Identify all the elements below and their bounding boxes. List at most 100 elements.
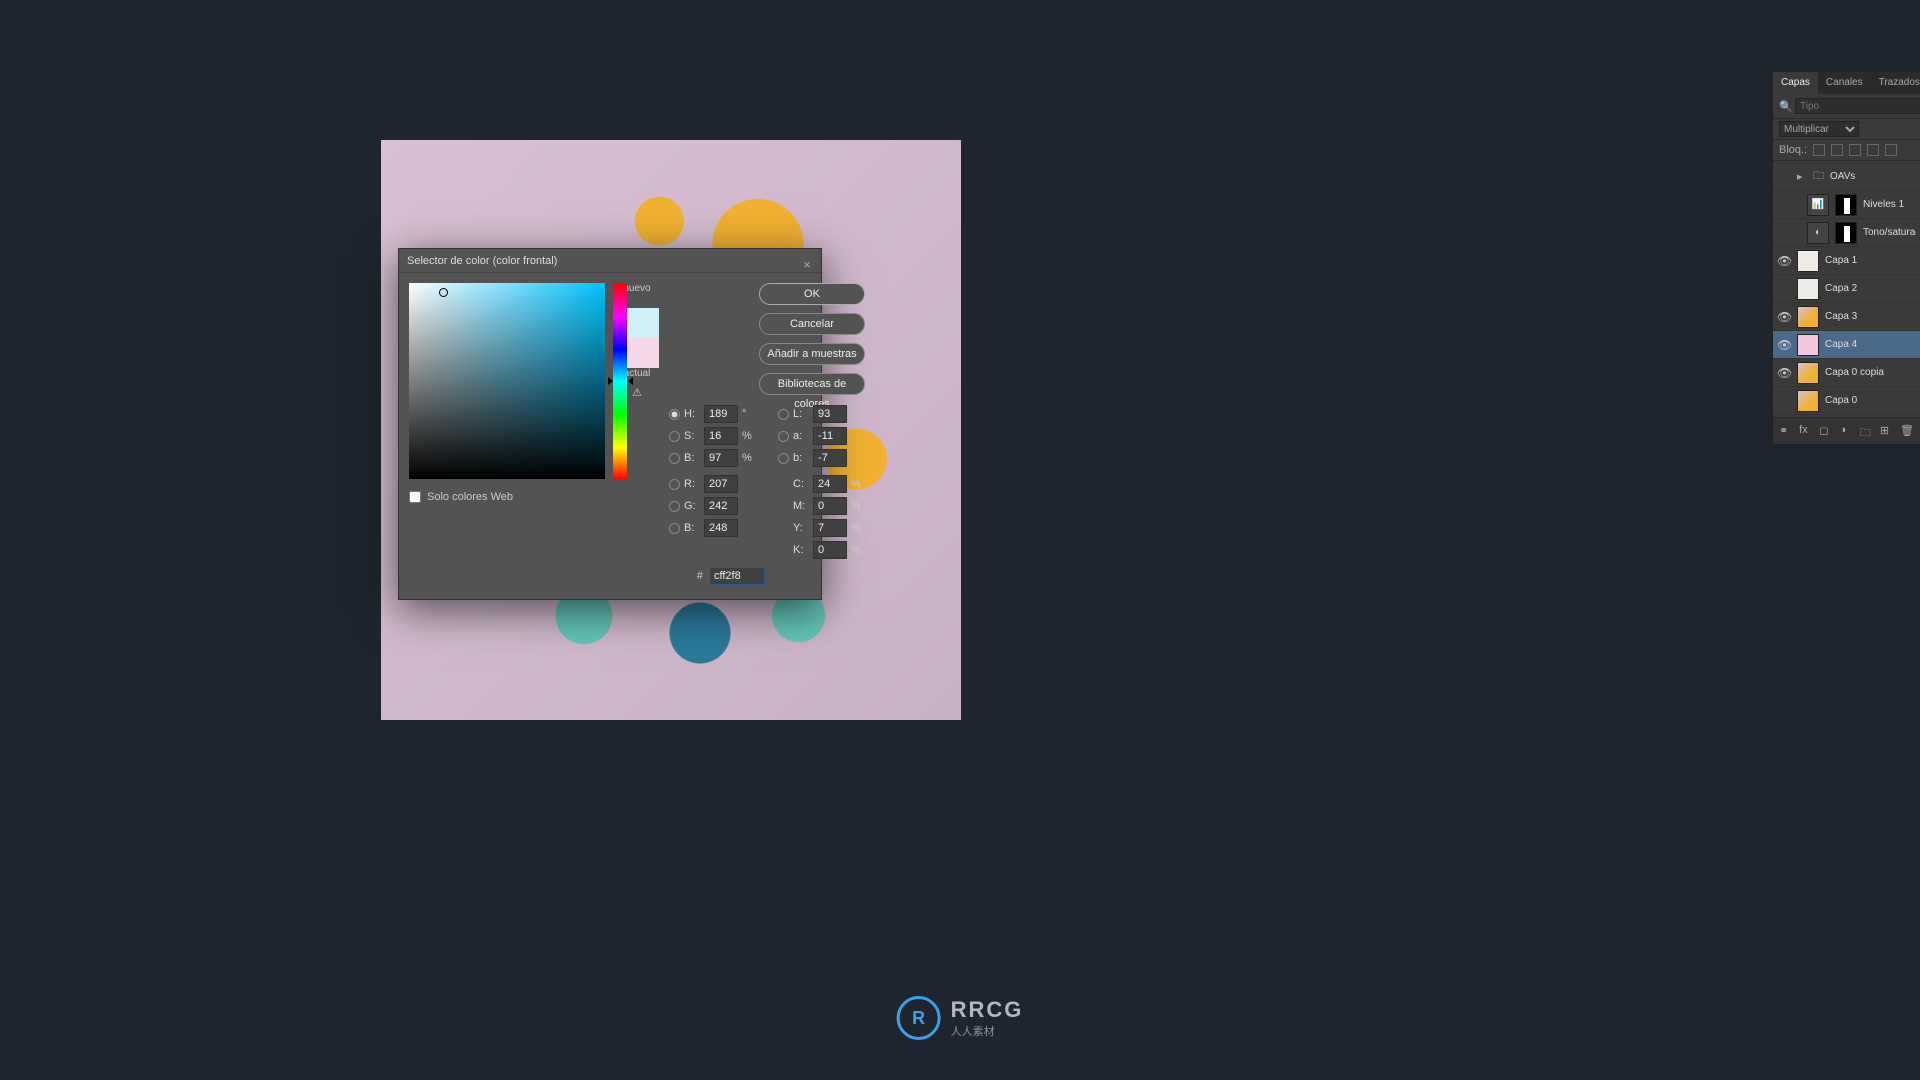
web-colors-checkbox[interactable]: Solo colores Web [409,491,605,503]
lock-pixels-icon[interactable] [1813,144,1825,156]
hue-slider[interactable] [613,283,627,479]
layer-name[interactable]: Capa 2 [1825,283,1916,294]
adjustment-icon[interactable]: ◐ [1807,222,1829,244]
s-input[interactable] [704,427,738,445]
rgb-b-input[interactable] [704,519,738,537]
l-label: L: [793,408,809,420]
a-radio[interactable] [778,431,789,442]
chevron-right-icon[interactable]: ▸ [1797,170,1807,183]
b-unit: % [742,452,756,464]
adjustment-layer-icon[interactable]: ◑ [1840,424,1852,438]
layer-name[interactable]: Niveles 1 [1863,199,1916,210]
lock-move-icon[interactable] [1849,144,1861,156]
y-input[interactable] [813,519,847,537]
l-input[interactable] [813,405,847,423]
layer-row[interactable]: 📊 Niveles 1 [1773,191,1920,219]
layer-thumb[interactable] [1797,390,1819,412]
y-unit: % [851,522,865,534]
h-input[interactable] [704,405,738,423]
layer-row[interactable]: Capa 0 [1773,387,1920,415]
layer-row[interactable]: 👁 Capa 1 [1773,247,1920,275]
layer-thumb[interactable] [1797,278,1819,300]
cancel-button[interactable]: Cancelar [759,313,865,335]
rgb-b-radio[interactable] [669,523,680,534]
k-input[interactable] [813,541,847,559]
layer-name[interactable]: Capa 1 [1825,255,1916,266]
a-input[interactable] [813,427,847,445]
b-input[interactable] [704,449,738,467]
lock-all-icon[interactable] [1885,144,1897,156]
visibility-icon[interactable]: 👁 [1777,254,1791,268]
layer-thumb[interactable] [1797,306,1819,328]
lab-b-input[interactable] [813,449,847,467]
group-icon[interactable]: 🗀 [1860,424,1872,438]
m-unit: % [851,500,865,512]
b-radio[interactable] [669,453,680,464]
mask-icon[interactable]: ◻ [1819,424,1831,438]
saturation-field[interactable] [409,283,605,479]
visibility-icon[interactable]: 👁 [1777,310,1791,324]
layer-thumb[interactable] [1797,362,1819,384]
mask-thumb[interactable] [1835,194,1857,216]
lab-b-label: b: [793,452,809,464]
h-radio[interactable] [669,409,680,420]
lock-brush-icon[interactable] [1831,144,1843,156]
y-label: Y: [793,522,809,534]
link-icon[interactable]: ⚭ [1779,424,1791,438]
trash-icon[interactable]: 🗑 [1900,424,1914,438]
hex-input[interactable] [709,567,765,585]
layer-name[interactable]: Tono/saturación [1863,227,1916,238]
tab-paths[interactable]: Trazados [1871,72,1920,94]
h-unit: ° [742,408,756,420]
r-input[interactable] [704,475,738,493]
watermark-logo: R RRCG 人人素材 [897,996,1024,1040]
layer-filter-input[interactable] [1795,98,1920,114]
m-input[interactable] [813,497,847,515]
color-libraries-button[interactable]: Bibliotecas de colores [759,373,865,395]
hue-handle-left[interactable] [608,377,613,385]
layers-panel: Capas Canales Trazados 🔍 ▦ ◐ Multiplicar… [1772,72,1920,444]
tab-channels[interactable]: Canales [1818,72,1871,94]
layer-group[interactable]: ▸ 🗀 OAVs [1773,163,1920,191]
c-input[interactable] [813,475,847,493]
lock-artboard-icon[interactable] [1867,144,1879,156]
g-label: G: [684,500,700,512]
layer-row[interactable]: 👁 Capa 3 [1773,303,1920,331]
r-label: R: [684,478,700,490]
saturation-cursor[interactable] [439,288,448,297]
dialog-titlebar[interactable]: Selector de color (color frontal) × [399,249,821,273]
g-input[interactable] [704,497,738,515]
add-swatch-button[interactable]: Añadir a muestras [759,343,865,365]
visibility-icon[interactable]: 👁 [1777,338,1791,352]
layer-thumb[interactable] [1797,250,1819,272]
l-radio[interactable] [778,409,789,420]
ok-button[interactable]: OK [759,283,865,305]
close-icon[interactable]: × [799,253,815,269]
hue-handle-right[interactable] [628,377,633,385]
layer-name[interactable]: Capa 0 copia [1825,367,1916,378]
visibility-icon[interactable]: 👁 [1777,366,1791,380]
layer-name[interactable]: Capa 4 [1825,339,1916,350]
new-layer-icon[interactable]: ⊞ [1880,424,1892,438]
layer-row-selected[interactable]: 👁 Capa 4 [1773,331,1920,359]
layer-row[interactable]: ◐ Tono/saturación [1773,219,1920,247]
lab-b-radio[interactable] [778,453,789,464]
tab-layers[interactable]: Capas [1773,72,1818,94]
layer-name[interactable]: Capa 3 [1825,311,1916,322]
mask-thumb[interactable] [1835,222,1857,244]
layer-name[interactable]: OAVs [1830,171,1916,182]
g-radio[interactable] [669,501,680,512]
gamut-warning-icon[interactable]: ⚠ [630,385,644,399]
blend-mode-select[interactable]: Multiplicar [1779,121,1859,137]
web-colors-input[interactable] [409,491,421,503]
layer-row[interactable]: 👁 Capa 0 copia [1773,359,1920,387]
s-radio[interactable] [669,431,680,442]
r-radio[interactable] [669,479,680,490]
dialog-title: Selector de color (color frontal) [407,255,557,267]
layer-row[interactable]: Capa 2 [1773,275,1920,303]
logo-icon: R [897,996,941,1040]
fx-icon[interactable]: fx [1799,424,1811,438]
layer-name[interactable]: Capa 0 [1825,395,1916,406]
adjustment-icon[interactable]: 📊 [1807,194,1829,216]
layer-thumb[interactable] [1797,334,1819,356]
